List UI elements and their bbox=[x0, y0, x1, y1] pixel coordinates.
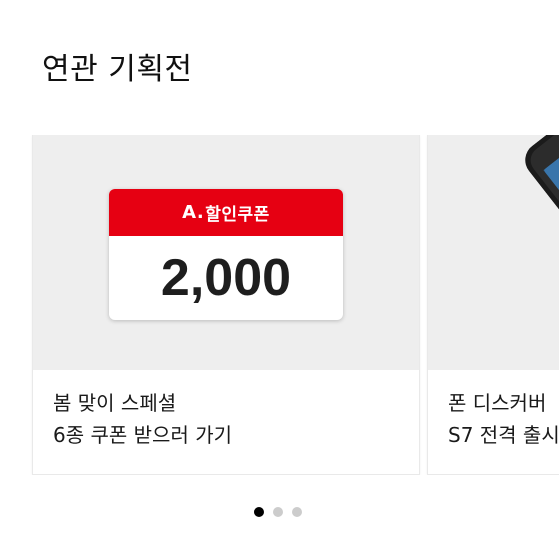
carousel-pagination bbox=[254, 507, 302, 517]
promotion-card-image: A. 할인쿠폰 2,000 bbox=[33, 135, 419, 370]
promotion-card-coupon[interactable]: A. 할인쿠폰 2,000 봄 맞이 스페셜 6종 쿠폰 받으러 가기 bbox=[33, 135, 419, 474]
carousel-track: A. 할인쿠폰 2,000 봄 맞이 스페셜 6종 쿠폰 받으러 가기 폰 디스… bbox=[0, 135, 559, 475]
auction-logo-icon: A. bbox=[182, 202, 205, 223]
promotion-card-title: 폰 디스커버 bbox=[448, 391, 547, 415]
promotion-carousel[interactable]: A. 할인쿠폰 2,000 봄 맞이 스페셜 6종 쿠폰 받으러 가기 폰 디스… bbox=[0, 135, 559, 475]
section-title: 연관 기획전 bbox=[42, 52, 193, 87]
related-promotions-section: 연관 기획전 A. 할인쿠폰 2,000 봄 맞이 스페셜 6종 쿠폰 받으러 … bbox=[0, 0, 559, 548]
coupon-graphic: A. 할인쿠폰 2,000 bbox=[109, 189, 343, 320]
coupon-header: A. 할인쿠폰 bbox=[109, 189, 343, 236]
smartphone-product-image bbox=[525, 135, 559, 347]
promotion-card-text: 봄 맞이 스페셜 6종 쿠폰 받으러 가기 bbox=[53, 387, 413, 451]
coupon-label: 할인쿠폰 bbox=[205, 205, 270, 225]
promotion-card-subtitle: S7 전격 출시 bbox=[448, 423, 559, 447]
pagination-dot-1[interactable] bbox=[254, 507, 264, 517]
coupon-amount: 2,000 bbox=[160, 249, 292, 307]
promotion-card-image bbox=[428, 135, 559, 370]
pagination-dot-2[interactable] bbox=[273, 507, 283, 517]
promotion-card-title: 봄 맞이 스페셜 bbox=[53, 391, 177, 415]
promotion-card-text: 폰 디스커버 S7 전격 출시 bbox=[448, 387, 559, 451]
promotion-card-phone[interactable]: 폰 디스커버 S7 전격 출시 bbox=[428, 135, 559, 474]
promotion-card-subtitle: 6종 쿠폰 받으러 가기 bbox=[53, 423, 232, 447]
pagination-dot-3[interactable] bbox=[292, 507, 302, 517]
